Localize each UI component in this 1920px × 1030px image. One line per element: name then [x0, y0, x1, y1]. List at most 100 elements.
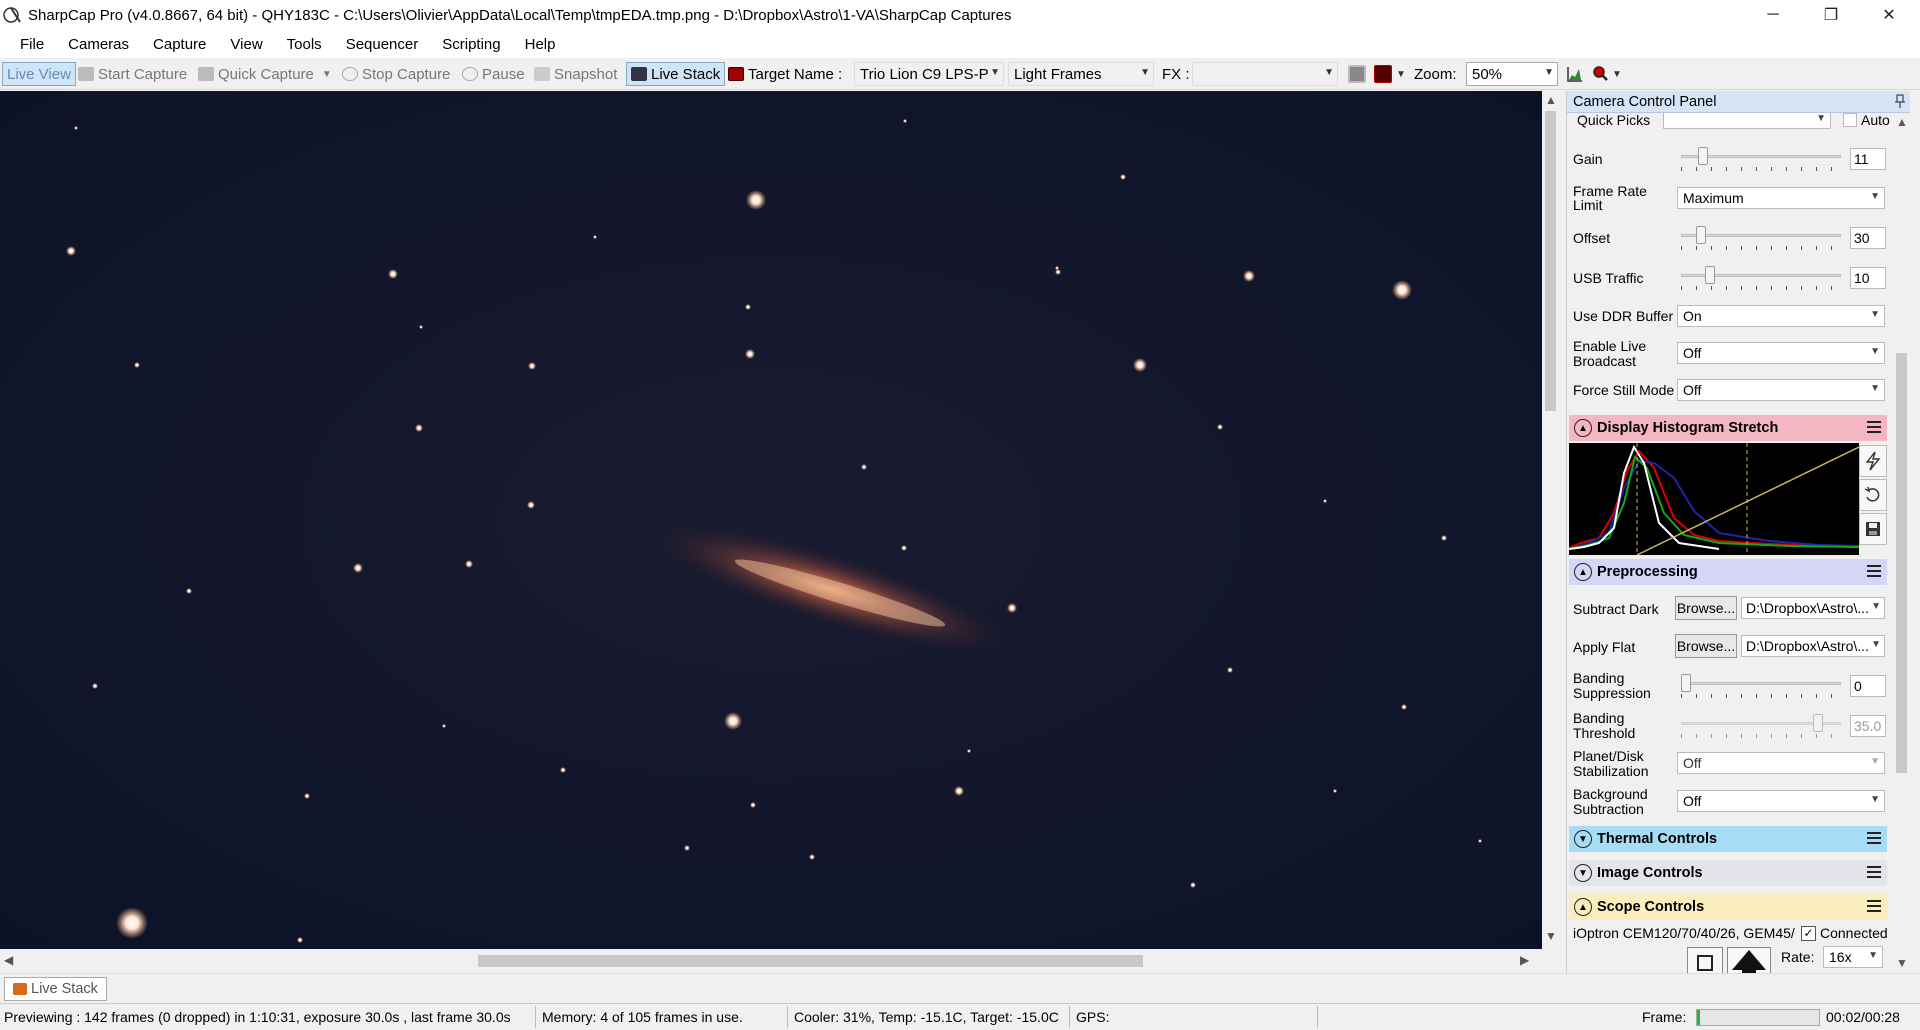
viewer-horizontal-scrollbar[interactable]: ◀ ▶	[0, 949, 1559, 973]
thermal-section-header[interactable]: ▼ Thermal Controls	[1569, 826, 1887, 852]
image-controls-section-header[interactable]: ▼ Image Controls	[1569, 860, 1887, 886]
frame-rate-select[interactable]: Maximum ▼	[1677, 187, 1885, 209]
scroll-up-icon[interactable]: ▲	[1896, 115, 1908, 129]
scroll-left-icon[interactable]: ◀	[4, 953, 13, 967]
zoom-select[interactable]: 50% ▼	[1466, 62, 1558, 86]
live-stack-button[interactable]: Live Stack	[626, 62, 726, 86]
snapshot-button[interactable]: Snapshot	[534, 62, 617, 86]
chevron-down-icon[interactable]: ▼	[1871, 639, 1881, 650]
histogram-chart[interactable]	[1568, 443, 1860, 556]
apply-flat-browse-button[interactable]: Browse...	[1675, 634, 1737, 658]
chevron-down-icon[interactable]: ▼	[1816, 113, 1826, 124]
gain-slider[interactable]	[1681, 147, 1841, 171]
histogram-button[interactable]	[1566, 62, 1584, 86]
chevron-down-icon[interactable]: ▼	[1870, 756, 1880, 767]
chevron-down-icon[interactable]: ▼	[322, 69, 332, 80]
banding-suppression-slider[interactable]	[1681, 674, 1841, 698]
quick-capture-button[interactable]: Quick Capture ▼	[198, 62, 332, 86]
offset-value-field[interactable]: 30	[1850, 227, 1886, 249]
menu-view[interactable]: View	[218, 36, 274, 53]
horizontal-scroll-thumb[interactable]	[478, 955, 1143, 967]
chevron-down-icon[interactable]: ▼	[1140, 67, 1150, 78]
usb-traffic-value-field[interactable]: 10	[1850, 267, 1886, 289]
close-button[interactable]: ✕	[1860, 0, 1918, 30]
chevron-down-icon[interactable]: ▼	[1870, 346, 1880, 357]
apply-flat-path-select[interactable]: D:\Dropbox\Astro\... ▼	[1741, 635, 1885, 657]
magnifier-button[interactable]: ▼	[1592, 62, 1622, 86]
auto-checkbox[interactable]	[1843, 113, 1857, 127]
panel-scrollbar[interactable]: ▲ ▼	[1892, 113, 1910, 973]
banding-threshold-knob[interactable]	[1813, 714, 1823, 732]
live-broadcast-select[interactable]: Off ▼	[1677, 342, 1885, 364]
usb-traffic-slider-knob[interactable]	[1705, 266, 1715, 284]
scroll-down-icon[interactable]: ▼	[1545, 929, 1557, 943]
expand-icon[interactable]: ▼	[1574, 830, 1592, 848]
collapse-icon[interactable]: ▲	[1574, 563, 1592, 581]
reset-stretch-button[interactable]	[1859, 479, 1887, 511]
histogram-section-header[interactable]: ▲ Display Histogram Stretch	[1569, 415, 1887, 441]
chevron-down-icon[interactable]: ▼	[990, 67, 1000, 78]
chevron-down-icon[interactable]: ▼	[1871, 601, 1881, 612]
live-view-button[interactable]: Live View	[2, 62, 76, 86]
start-capture-button[interactable]: Start Capture	[78, 62, 187, 86]
banding-threshold-slider[interactable]	[1681, 714, 1841, 738]
hamburger-menu-icon[interactable]	[1867, 421, 1881, 433]
planet-stab-select[interactable]: Off ▼	[1677, 752, 1885, 774]
collapse-icon[interactable]: ▲	[1574, 898, 1592, 916]
preprocessing-section-header[interactable]: ▲ Preprocessing	[1569, 559, 1887, 585]
chevron-down-icon[interactable]: ▼	[1324, 67, 1334, 78]
chevron-down-icon[interactable]: ▼	[1612, 69, 1622, 80]
menu-tools[interactable]: Tools	[275, 36, 334, 53]
subtract-dark-path-select[interactable]: D:\Dropbox\Astro\... ▼	[1741, 597, 1885, 619]
scope-controls-section-header[interactable]: ▲ Scope Controls	[1569, 894, 1887, 920]
auto-stretch-button[interactable]	[1859, 445, 1887, 477]
chevron-down-icon[interactable]: ▼	[1870, 309, 1880, 320]
banding-threshold-value-field[interactable]: 35.0	[1850, 715, 1886, 737]
slew-north-button[interactable]	[1727, 947, 1771, 973]
scroll-down-icon[interactable]: ▼	[1896, 956, 1908, 970]
banding-suppression-knob[interactable]	[1681, 674, 1691, 692]
reticule-button[interactable]: ▼	[1374, 62, 1406, 86]
viewer-vertical-scrollbar[interactable]: ▲ ▼	[1542, 91, 1559, 949]
vertical-scroll-thumb[interactable]	[1545, 111, 1556, 411]
quick-picks-select[interactable]: ▼	[1663, 113, 1831, 129]
chevron-down-icon[interactable]: ▼	[1870, 794, 1880, 805]
expand-icon[interactable]: ▼	[1574, 864, 1592, 882]
color-balance-button[interactable]	[1348, 62, 1370, 86]
chevron-down-icon[interactable]: ▼	[1870, 383, 1880, 394]
menu-sequencer[interactable]: Sequencer	[334, 36, 431, 53]
target-name-combo[interactable]: Trio Lion C9 LPS-P ▼	[854, 62, 1004, 86]
menu-cameras[interactable]: Cameras	[56, 36, 141, 53]
scroll-right-icon[interactable]: ▶	[1520, 953, 1529, 967]
ddr-buffer-select[interactable]: On ▼	[1677, 305, 1885, 327]
hamburger-menu-icon[interactable]	[1867, 866, 1881, 878]
minimize-button[interactable]: ─	[1744, 0, 1802, 30]
banding-suppression-value-field[interactable]: 0	[1850, 675, 1886, 697]
collapse-icon[interactable]: ▲	[1574, 419, 1592, 437]
fx-select[interactable]: ▼	[1192, 62, 1338, 86]
usb-traffic-slider[interactable]	[1681, 266, 1841, 290]
bg-subtraction-select[interactable]: Off ▼	[1677, 790, 1885, 812]
menu-capture[interactable]: Capture	[141, 36, 218, 53]
maximize-button[interactable]: ❐	[1802, 0, 1860, 30]
pin-icon[interactable]	[1895, 94, 1905, 108]
offset-slider-knob[interactable]	[1696, 226, 1706, 244]
pause-button[interactable]: Pause	[462, 62, 525, 86]
menu-scripting[interactable]: Scripting	[430, 36, 512, 53]
force-still-select[interactable]: Off ▼	[1677, 379, 1885, 401]
save-stretch-button[interactable]	[1859, 513, 1887, 545]
chevron-down-icon[interactable]: ▼	[1868, 950, 1878, 961]
hamburger-menu-icon[interactable]	[1867, 832, 1881, 844]
stop-capture-button[interactable]: Stop Capture	[342, 62, 450, 86]
chevron-down-icon[interactable]: ▼	[1396, 69, 1406, 80]
chevron-down-icon[interactable]: ▼	[1544, 67, 1554, 78]
hamburger-menu-icon[interactable]	[1867, 565, 1881, 577]
stop-slew-button[interactable]	[1687, 947, 1723, 973]
rate-select[interactable]: 16x ▼	[1823, 946, 1883, 968]
gain-slider-knob[interactable]	[1697, 147, 1708, 165]
menu-help[interactable]: Help	[513, 36, 568, 53]
image-viewer[interactable]	[0, 91, 1542, 949]
tab-live-stack[interactable]: Live Stack	[4, 977, 107, 1001]
connected-checkbox[interactable]: ✓	[1801, 926, 1816, 941]
scroll-up-icon[interactable]: ▲	[1545, 93, 1557, 107]
